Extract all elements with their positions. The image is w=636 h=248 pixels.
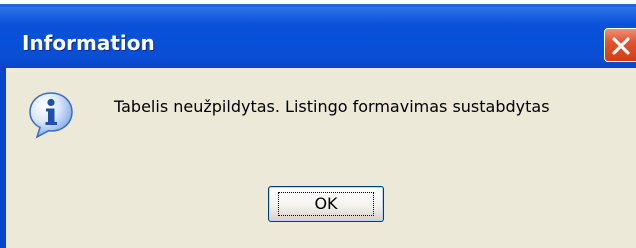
information-dialog: Information Tabelis neužpildytas. Listin… — [0, 0, 636, 248]
dialog-message: Tabelis neužpildytas. Listingo formavima… — [114, 97, 550, 116]
information-icon — [26, 90, 76, 140]
title-bar-shade — [0, 4, 636, 7]
title-bar[interactable]: Information — [0, 0, 636, 68]
dialog-title: Information — [22, 31, 155, 55]
close-button[interactable] — [604, 28, 636, 62]
ok-button-label: OK — [314, 194, 338, 213]
close-icon — [612, 37, 630, 55]
ok-button[interactable]: OK — [268, 186, 384, 222]
window-left-border — [0, 68, 6, 248]
